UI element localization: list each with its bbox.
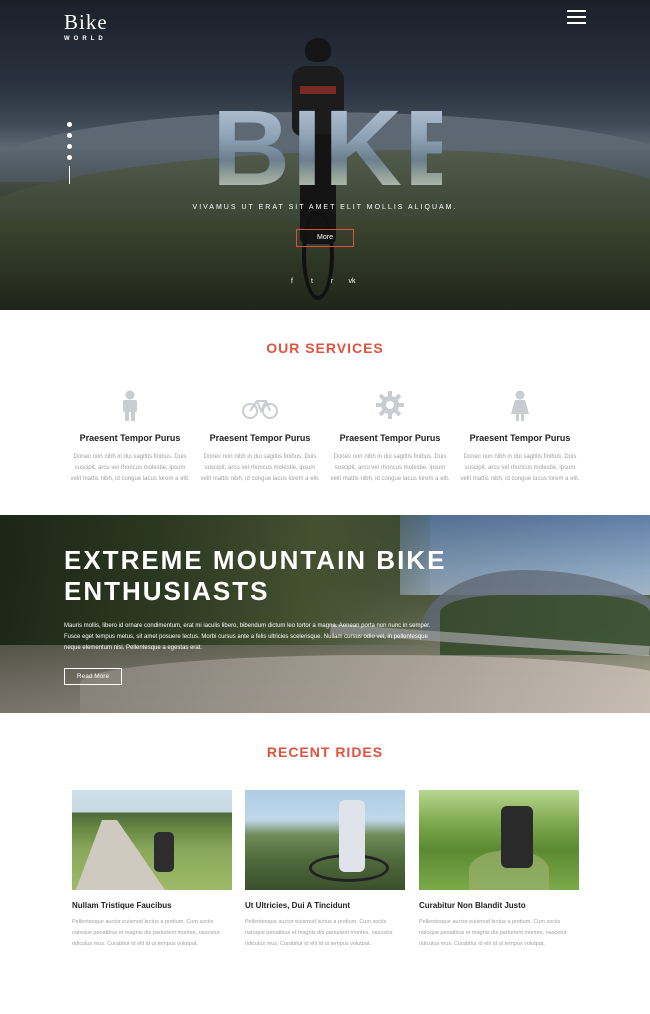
service-description: Donec non nibh in dui sagittis finibus. … bbox=[200, 454, 320, 482]
slider-dot[interactable] bbox=[67, 133, 72, 138]
ride-title[interactable]: Curabitur Non Blandit Justo bbox=[419, 901, 579, 910]
banner-heading: EXTREME MOUNTAIN BIKE ENTHUSIASTS bbox=[64, 545, 447, 606]
logo-name: Bike bbox=[64, 10, 108, 34]
banner-text: Mauris mollis, libero id ornare condimen… bbox=[64, 623, 431, 651]
vk-icon[interactable]: vk bbox=[348, 278, 356, 285]
services-title: OUR SERVICES bbox=[266, 340, 384, 356]
ride-image[interactable] bbox=[419, 790, 579, 890]
site-logo[interactable]: Bike WORLD bbox=[64, 10, 108, 42]
service-title: Praesent Tempor Purus bbox=[79, 433, 181, 443]
enthusiasts-banner: EXTREME MOUNTAIN BIKE ENTHUSIASTS Mauris… bbox=[0, 515, 650, 713]
logo-subtitle: WORLD bbox=[64, 36, 107, 42]
ride-description: Pellentesque auctor euismod lectus a pre… bbox=[245, 919, 393, 947]
service-card: Praesent Tempor Purus Donec non nibh in … bbox=[325, 390, 455, 485]
woman-icon bbox=[500, 390, 540, 422]
ride-card[interactable]: Nullam Tristique Faucibus Pellentesque a… bbox=[72, 790, 232, 950]
slider-dot[interactable] bbox=[67, 155, 72, 160]
social-links: f t r vk bbox=[288, 278, 356, 285]
services-section: OUR SERVICES Praesent Tempor Purus Donec… bbox=[0, 310, 650, 515]
facebook-icon[interactable]: f bbox=[288, 278, 296, 285]
bicycle-icon bbox=[240, 390, 280, 422]
service-description: Donec non nibh in dui sagittis finibus. … bbox=[460, 454, 580, 482]
person-icon bbox=[110, 390, 150, 422]
ride-image[interactable] bbox=[245, 790, 405, 890]
slider-pagination bbox=[67, 122, 73, 184]
recent-rides-title: RECENT RIDES bbox=[266, 744, 384, 760]
gear-icon bbox=[370, 390, 410, 422]
ride-card[interactable]: Curabitur Non Blandit Justo Pellentesque… bbox=[419, 790, 579, 950]
service-card: Praesent Tempor Purus Donec non nibh in … bbox=[195, 390, 325, 485]
ride-title[interactable]: Ut Ultricies, Dui A Tincidunt bbox=[245, 901, 405, 910]
recent-rides-section: RECENT RIDES Nullam Tristique Faucibus P… bbox=[0, 713, 650, 1014]
service-card: Praesent Tempor Purus Donec non nibh in … bbox=[455, 390, 585, 485]
service-title: Praesent Tempor Purus bbox=[469, 433, 571, 443]
service-description: Donec non nibh in dui sagittis finibus. … bbox=[70, 454, 190, 482]
slider-dot[interactable] bbox=[67, 122, 72, 127]
service-description: Donec non nibh in dui sagittis finibus. … bbox=[330, 454, 450, 482]
menu-hamburger-icon[interactable] bbox=[567, 10, 586, 25]
hero-big-title: BIKE bbox=[212, 87, 479, 208]
slider-dot[interactable] bbox=[67, 144, 72, 149]
slider-active-line bbox=[69, 166, 70, 184]
read-more-button[interactable]: Read More bbox=[64, 668, 122, 685]
hero-section: Bike WORLD BIKE VIVAMUS UT ERAT SIT AMET… bbox=[0, 0, 650, 310]
hero-more-button[interactable]: More bbox=[296, 229, 354, 247]
twitter-icon[interactable]: t bbox=[308, 278, 316, 285]
ride-description: Pellentesque auctor euismod lectus a pre… bbox=[419, 919, 567, 947]
ride-image[interactable] bbox=[72, 790, 232, 890]
rss-icon[interactable]: r bbox=[328, 278, 336, 285]
hero-tagline: VIVAMUS UT ERAT SIT AMET ELIT MOLLIS ALI… bbox=[192, 204, 458, 211]
service-title: Praesent Tempor Purus bbox=[209, 433, 311, 443]
ride-title[interactable]: Nullam Tristique Faucibus bbox=[72, 901, 232, 910]
service-card: Praesent Tempor Purus Donec non nibh in … bbox=[65, 390, 195, 485]
ride-description: Pellentesque auctor euismod lectus a pre… bbox=[72, 919, 220, 947]
ride-card[interactable]: Ut Ultricies, Dui A Tincidunt Pellentesq… bbox=[245, 790, 405, 950]
service-title: Praesent Tempor Purus bbox=[339, 433, 441, 443]
